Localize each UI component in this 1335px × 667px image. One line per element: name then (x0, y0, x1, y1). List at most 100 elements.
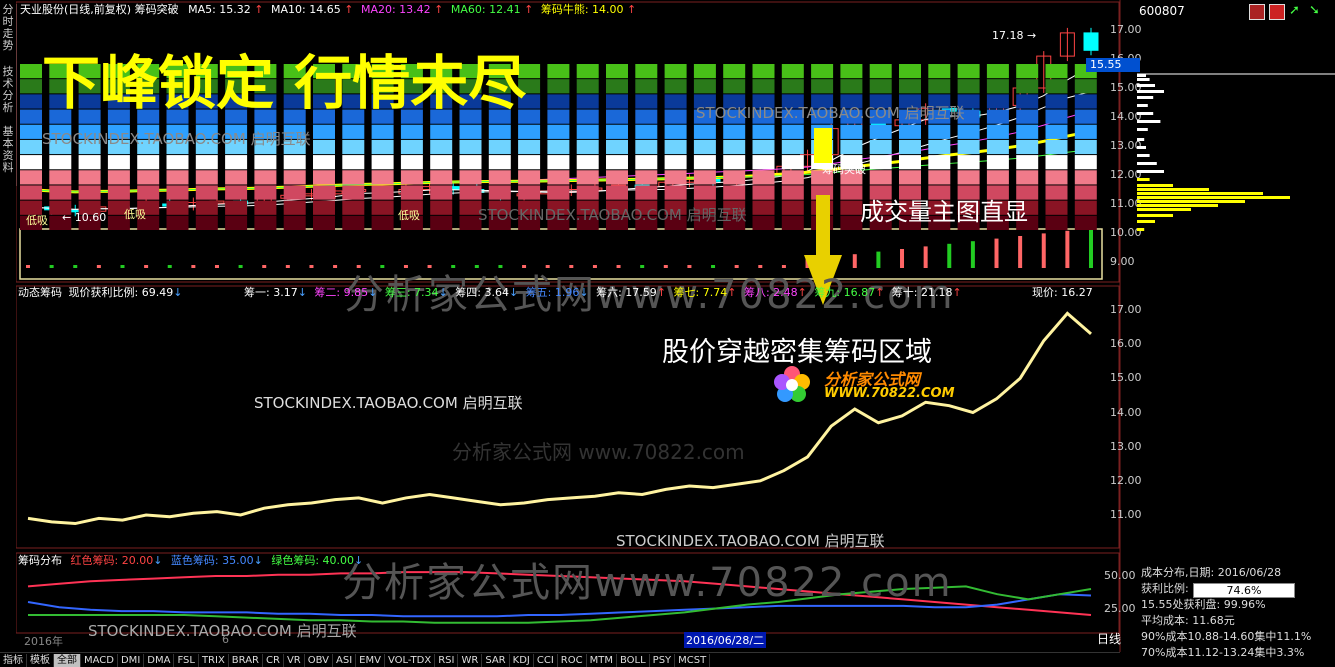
indicator-tab[interactable]: WR (458, 654, 483, 667)
tab-fundamentals[interactable]: 基本资料 (0, 126, 17, 186)
chip-band (283, 155, 306, 170)
indicator-tab[interactable]: TRIX (199, 654, 229, 667)
dist-axis: 50.00 25.00 (1100, 553, 1138, 633)
chip-band (635, 139, 658, 155)
chip-band (957, 79, 980, 94)
chip-band (781, 124, 804, 139)
chip-band (78, 185, 101, 200)
chip-band (225, 200, 248, 215)
chip-band (1074, 155, 1097, 170)
indicator-tab[interactable]: VOL-TDX (385, 654, 436, 667)
indicator-tab[interactable]: VR (284, 654, 305, 667)
chip-band (664, 124, 687, 139)
indicator-tab[interactable]: EMV (356, 654, 385, 667)
indicator-tab[interactable]: CCI (534, 654, 558, 667)
arrow2-icon[interactable]: ➘ (1309, 3, 1323, 18)
chip-band (811, 79, 834, 94)
indicator-tab[interactable]: OBV (305, 654, 333, 667)
timeline-cursor-date: 2016/06/28/二 (684, 632, 767, 648)
chip-band (693, 64, 716, 79)
indicator-tab[interactable]: SAR (482, 654, 510, 667)
chip-band (752, 124, 775, 139)
volume-bar (120, 265, 125, 268)
chip-band (781, 185, 804, 200)
histogram-bar (1137, 120, 1161, 123)
indicator-tab[interactable]: CR (263, 654, 284, 667)
chip-band (342, 124, 365, 139)
chip-band (723, 64, 746, 79)
arrow-icon[interactable]: ➚ (1289, 3, 1303, 18)
chip-band (283, 185, 306, 200)
chip-panel-border (16, 285, 1120, 549)
histogram-bar (1137, 84, 1155, 87)
indicator-tab[interactable]: PSY (650, 654, 676, 667)
chip-band (254, 185, 277, 200)
indicator-tab[interactable]: RSI (435, 654, 459, 667)
indicator-tab[interactable]: KDJ (510, 654, 534, 667)
chip-band (400, 124, 423, 139)
chip-band (195, 170, 218, 185)
chip-band (899, 139, 921, 155)
indicator-tab[interactable]: MTM (587, 654, 617, 667)
histogram-bar (1137, 200, 1245, 203)
chip-band (1045, 109, 1068, 124)
indicator-tab[interactable]: 模板 (27, 654, 54, 667)
chip-band (547, 94, 570, 109)
average-cost: 平均成本: 11.68元 (1141, 614, 1235, 627)
chip-band (664, 109, 687, 124)
chip-band (459, 155, 482, 170)
dist-header: 筹码分布 红色筹码: 20.00↓ 蓝色筹码: 35.00↓ 绿色筹码: 40.… (18, 554, 364, 567)
chip-band (430, 139, 453, 155)
chip-band (547, 139, 570, 155)
chip-band (811, 64, 834, 79)
chip-band (752, 64, 775, 79)
chip-band (1045, 139, 1068, 155)
indicator-tab[interactable]: MACD (81, 654, 118, 667)
chip-band (957, 64, 980, 79)
indicator-tab[interactable]: BOLL (617, 654, 650, 667)
tab-time-sharing[interactable]: 分时走势 (0, 4, 17, 66)
chip-band (313, 200, 335, 215)
chip-band (371, 200, 394, 215)
indicator-tab[interactable]: 指标 (0, 654, 27, 667)
indicator-tab[interactable]: DMI (118, 654, 145, 667)
chip-band (518, 139, 541, 155)
chip-band (313, 185, 335, 200)
chip-band (781, 64, 804, 79)
chip-band (313, 170, 335, 185)
chip-band (576, 109, 599, 124)
indicator-tab[interactable]: MCST (675, 654, 711, 667)
indicator-tab[interactable]: BRAR (229, 654, 263, 667)
histogram-bar (1137, 170, 1164, 173)
chip-band (693, 124, 716, 139)
chip-band (1016, 79, 1039, 94)
indicator-tab[interactable]: ASI (333, 654, 357, 667)
histogram-bar (1137, 196, 1290, 199)
chip-band (1074, 139, 1097, 155)
indicator-tab[interactable]: FSL (174, 654, 199, 667)
indicator-tab[interactable]: DMA (144, 654, 175, 667)
chart-toggle-icon[interactable] (1269, 4, 1285, 20)
chip-band (752, 215, 775, 230)
chip-band (664, 94, 687, 109)
chip-band (723, 185, 746, 200)
tab-technical-analysis[interactable]: 技术分析 (0, 66, 17, 126)
chip-band (313, 139, 335, 155)
chip-band (899, 64, 921, 79)
chip-band (1045, 200, 1068, 215)
cost-distribution-histogram (1137, 73, 1335, 231)
chip-toggle-icon[interactable] (1249, 4, 1265, 20)
chip-level-4: 筹四: 3.64 (455, 286, 509, 299)
chip-band (20, 139, 42, 155)
period-label[interactable]: 日线 (1097, 630, 1121, 647)
chip-band (1074, 109, 1097, 124)
chip-band (606, 185, 628, 200)
chip-band (371, 155, 394, 170)
dist-blue: 蓝色筹码: 35.00 (170, 554, 254, 567)
chip-band (195, 215, 218, 230)
watermark-2: STOCKINDEX.TAOBAO.COM 启明互联 (696, 104, 965, 122)
chip-band (928, 139, 951, 155)
indicator-tab[interactable]: 全部 (54, 654, 81, 667)
chip-level-7: 筹七: 7.74 (673, 286, 728, 299)
indicator-tab[interactable]: ROC (558, 654, 587, 667)
